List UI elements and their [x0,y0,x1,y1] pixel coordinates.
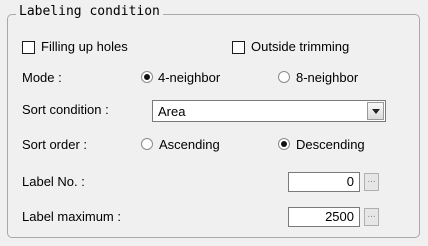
filling-up-holes-label[interactable]: Filling up holes [41,39,128,55]
filling-up-holes-checkbox[interactable] [22,41,35,54]
label-no-input[interactable]: 0 [288,172,360,192]
mode-8-neighbor-label[interactable]: 8-neighbor [296,70,358,86]
label-maximum-input[interactable]: 2500 [288,207,360,227]
sort-order-ascending-radio[interactable] [141,138,153,150]
sort-order-descending-radio[interactable] [278,138,290,150]
mode-4-neighbor-label[interactable]: 4-neighbor [158,70,220,86]
outside-trimming-label[interactable]: Outside trimming [251,39,349,55]
sort-order-descending-label[interactable]: Descending [296,137,365,153]
label-no-label: Label No. : [22,174,85,189]
outside-trimming-checkbox[interactable] [232,41,245,54]
chevron-down-icon[interactable] [367,102,384,120]
mode-8-neighbor-radio[interactable] [278,71,290,83]
sort-condition-dropdown[interactable]: Area [152,100,386,122]
mode-4-neighbor-radio[interactable] [141,71,153,83]
label-maximum-label: Label maximum : [22,209,121,224]
sort-order-label: Sort order : [22,137,88,152]
label-no-ellipsis-button[interactable]: ... [364,173,379,191]
sort-condition-label: Sort condition : [22,102,109,117]
label-maximum-ellipsis-button[interactable]: ... [364,208,379,226]
group-title: Labeling condition [16,3,163,21]
mode-label: Mode : [22,70,62,85]
sort-condition-value: Area [158,104,186,119]
sort-order-ascending-label[interactable]: Ascending [159,137,220,153]
